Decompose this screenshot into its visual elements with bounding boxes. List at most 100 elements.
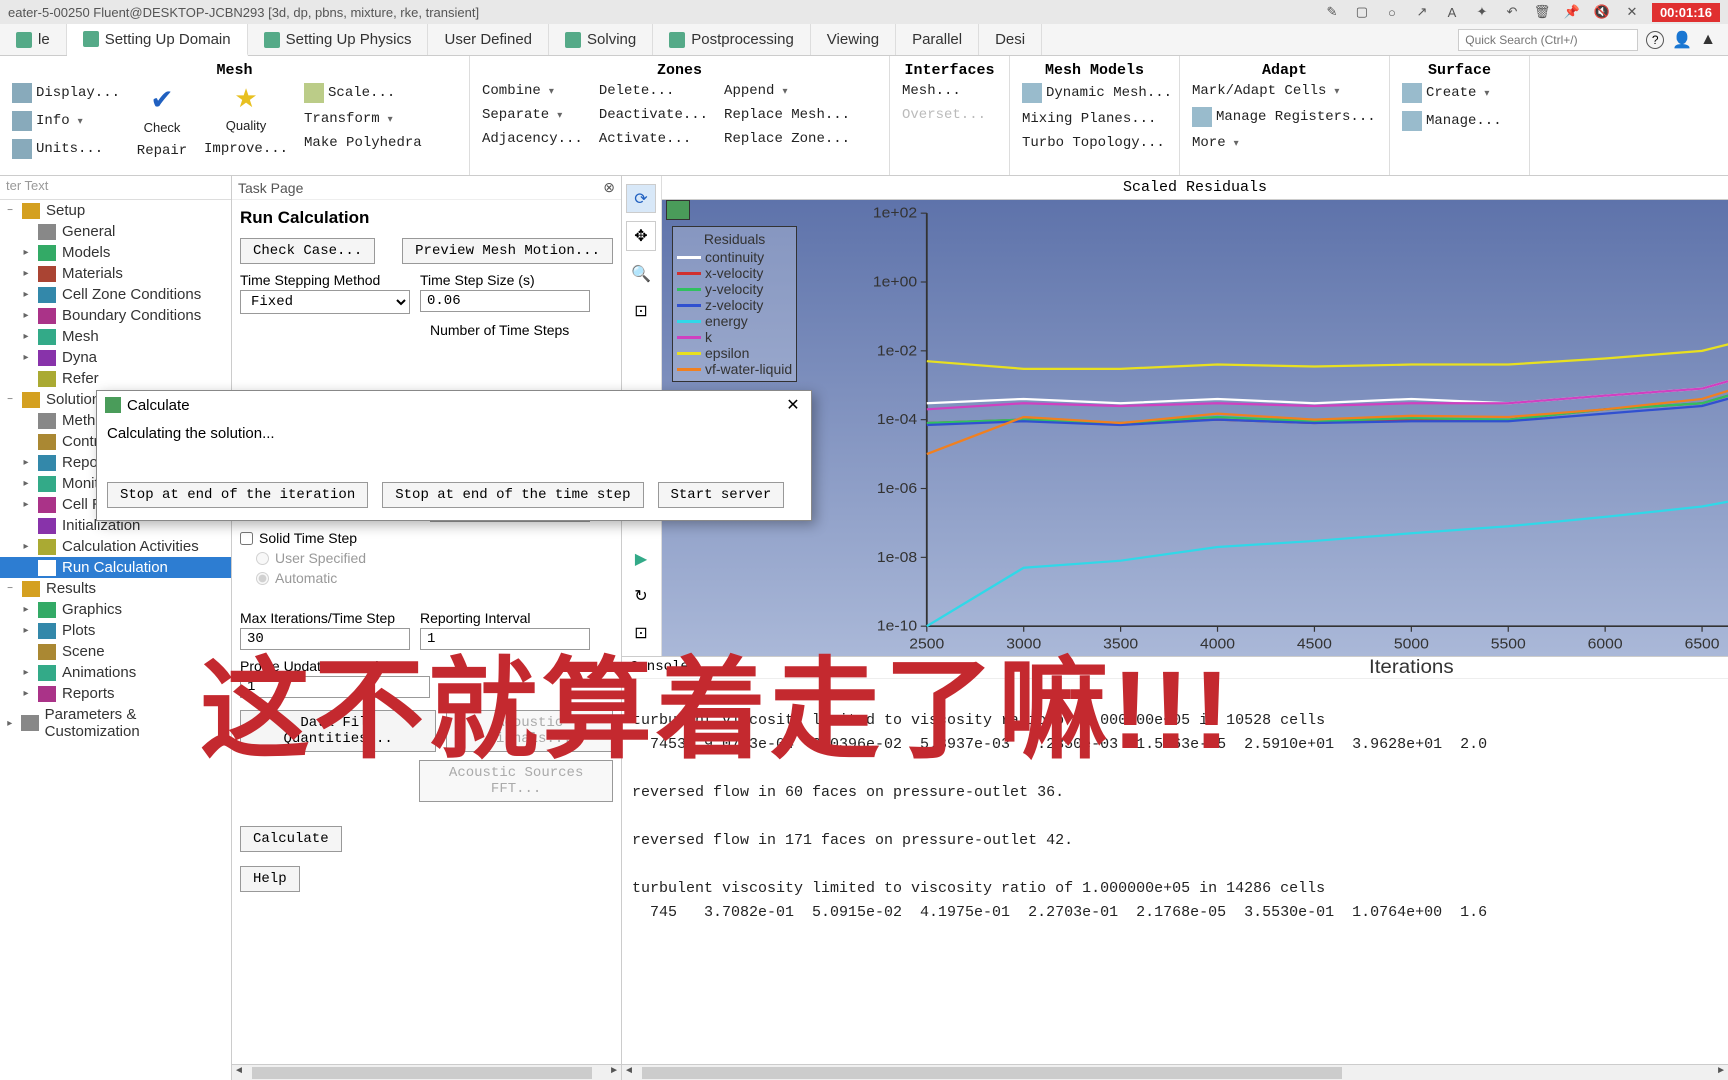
tree-item-run-calculation[interactable]: Run Calculation xyxy=(0,557,231,578)
expand-icon[interactable]: ▸ xyxy=(20,625,32,636)
zones-delete[interactable]: Delete... xyxy=(595,81,712,101)
zones-replace-mesh[interactable]: Replace Mesh... xyxy=(720,105,854,125)
expand-icon[interactable]: ▸ xyxy=(20,604,32,615)
tree-item-cell-zone-conditions[interactable]: ▸Cell Zone Conditions xyxy=(0,284,231,305)
expand-icon[interactable]: ▸ xyxy=(20,457,32,468)
adapt-mark-adapt-cells[interactable]: Mark/Adapt Cells▾ xyxy=(1188,81,1380,101)
circle-icon[interactable]: ○ xyxy=(1382,2,1402,22)
console-scrollbar[interactable] xyxy=(622,1064,1728,1080)
expand-icon[interactable]: ▸ xyxy=(20,478,32,489)
expand-icon[interactable]: ▸ xyxy=(20,331,32,342)
tree-item-boundary-conditions[interactable]: ▸Boundary Conditions xyxy=(0,305,231,326)
meshmodels-dynamic-mesh[interactable]: Dynamic Mesh... xyxy=(1018,81,1176,105)
zones-append[interactable]: Append▾ xyxy=(720,81,854,101)
expand-icon[interactable]: ▸ xyxy=(20,310,32,321)
move-icon[interactable]: ✥ xyxy=(626,221,656,250)
graph-tab-icon[interactable] xyxy=(666,200,690,220)
zones-separate[interactable]: Separate▾ xyxy=(478,105,587,125)
mesh-transform[interactable]: Transform▾ xyxy=(300,109,426,129)
tab-desi[interactable]: Desi xyxy=(979,24,1042,55)
tab-parallel[interactable]: Parallel xyxy=(896,24,979,55)
trash-icon[interactable]: 🗑 xyxy=(1532,2,1552,22)
mesh-quality[interactable]: ★Quality xyxy=(216,81,276,135)
tab-setting-up-domain[interactable]: Setting Up Domain xyxy=(67,24,248,56)
tree-item-general[interactable]: General xyxy=(0,221,231,242)
tree-item-calculation-activities[interactable]: ▸Calculation Activities xyxy=(0,536,231,557)
arrow-icon[interactable]: ↗ xyxy=(1412,2,1432,22)
tab-viewing[interactable]: Viewing xyxy=(811,24,896,55)
surface-manage[interactable]: Manage... xyxy=(1398,109,1506,133)
tree-item-scene[interactable]: Scene xyxy=(0,641,231,662)
interfaces-mesh[interactable]: Mesh... xyxy=(898,81,990,101)
adapt-more[interactable]: More▾ xyxy=(1188,133,1380,153)
zoom-box-icon[interactable]: ⊡ xyxy=(626,296,656,325)
mesh-info[interactable]: Info▾ xyxy=(8,109,124,133)
tree-filter-input[interactable]: ter Text xyxy=(0,176,231,200)
adapt-manage-registers[interactable]: Manage Registers... xyxy=(1188,105,1380,129)
start-server-button[interactable]: Start server xyxy=(658,482,785,508)
mesh-display[interactable]: Display... xyxy=(8,81,124,105)
tree-item-models[interactable]: ▸Models xyxy=(0,242,231,263)
square-icon[interactable]: ▢ xyxy=(1352,2,1372,22)
surface-create[interactable]: Create▾ xyxy=(1398,81,1506,105)
mesh-scale[interactable]: Scale... xyxy=(300,81,426,105)
check-case-button[interactable]: Check Case... xyxy=(240,238,375,264)
meshmodels-mixing-planes[interactable]: Mixing Planes... xyxy=(1018,109,1176,129)
calculate-button[interactable]: Calculate xyxy=(240,826,342,852)
zoom-in-icon[interactable]: 🔍 xyxy=(626,259,656,288)
close-icon[interactable]: ✕ xyxy=(1622,2,1642,22)
expand-icon[interactable]: ▸ xyxy=(20,268,32,279)
pencil-icon[interactable]: ✎ xyxy=(1322,2,1342,22)
tab-setting-up-physics[interactable]: Setting Up Physics xyxy=(248,24,429,55)
stop-time-step-button[interactable]: Stop at end of the time step xyxy=(382,482,643,508)
expand-icon[interactable]: ▸ xyxy=(20,289,32,300)
time-stepping-select[interactable]: Fixed xyxy=(240,290,410,314)
mesh-make-polyhedra[interactable]: Make Polyhedra xyxy=(300,133,426,153)
expand-icon[interactable]: ▸ xyxy=(20,541,32,552)
expand-icon[interactable]: ▸ xyxy=(20,499,32,510)
expand-icon[interactable]: − xyxy=(4,394,16,405)
tree-item-animations[interactable]: ▸Animations xyxy=(0,662,231,683)
mesh-improve[interactable]: Improve... xyxy=(200,139,292,159)
zones-replace-zone[interactable]: Replace Zone... xyxy=(720,129,854,149)
tab-le[interactable]: le xyxy=(0,24,67,55)
loop-icon[interactable]: ↻ xyxy=(626,581,656,610)
tree-item-dyna[interactable]: ▸Dyna xyxy=(0,347,231,368)
zones-deactivate[interactable]: Deactivate... xyxy=(595,105,712,125)
help-button[interactable]: Help xyxy=(240,866,300,892)
preview-mesh-button[interactable]: Preview Mesh Motion... xyxy=(402,238,613,264)
tree-item-mesh[interactable]: ▸Mesh xyxy=(0,326,231,347)
zones-combine[interactable]: Combine▾ xyxy=(478,81,587,101)
tab-solving[interactable]: Solving xyxy=(549,24,653,55)
tree-item-setup[interactable]: −Setup xyxy=(0,200,231,221)
help-icon[interactable]: ? xyxy=(1646,31,1664,49)
expand-icon[interactable]: ▸ xyxy=(20,247,32,258)
mute-icon[interactable]: 🔇 xyxy=(1592,2,1612,22)
mesh-check[interactable]: ✔Check xyxy=(132,81,192,137)
refresh-icon[interactable]: ⟳ xyxy=(626,184,656,213)
play-icon[interactable]: ▶ xyxy=(626,544,656,573)
tree-item-materials[interactable]: ▸Materials xyxy=(0,263,231,284)
tree-item-parameters---customization[interactable]: ▸Parameters & Customization xyxy=(0,704,231,742)
tree-item-reports[interactable]: ▸Reports xyxy=(0,683,231,704)
zones-adjacency[interactable]: Adjacency... xyxy=(478,129,587,149)
pin-icon[interactable]: 📌 xyxy=(1562,2,1582,22)
expand-icon[interactable]: ▸ xyxy=(20,352,32,363)
expand-icon[interactable]: ▸ xyxy=(20,667,32,678)
undo-icon[interactable]: ↶ xyxy=(1502,2,1522,22)
meshmodels-turbo-topology[interactable]: Turbo Topology... xyxy=(1018,133,1176,153)
wand-icon[interactable]: ✦ xyxy=(1472,2,1492,22)
expand-icon[interactable]: ▸ xyxy=(20,688,32,699)
mesh-repair[interactable]: Repair xyxy=(133,141,191,161)
time-step-size-input[interactable] xyxy=(420,290,590,312)
zones-activate[interactable]: Activate... xyxy=(595,129,712,149)
tab-user-defined[interactable]: User Defined xyxy=(428,24,549,55)
task-scrollbar[interactable] xyxy=(232,1064,621,1080)
ansys-icon[interactable]: ▲ xyxy=(1700,31,1716,49)
tree-item-graphics[interactable]: ▸Graphics xyxy=(0,599,231,620)
tab-postprocessing[interactable]: Postprocessing xyxy=(653,24,811,55)
dialog-close-icon[interactable]: ✕ xyxy=(783,395,803,415)
stop-iteration-button[interactable]: Stop at end of the iteration xyxy=(107,482,368,508)
mesh-units[interactable]: Units... xyxy=(8,137,124,161)
task-page-close-icon[interactable]: ⊗ xyxy=(603,179,615,196)
